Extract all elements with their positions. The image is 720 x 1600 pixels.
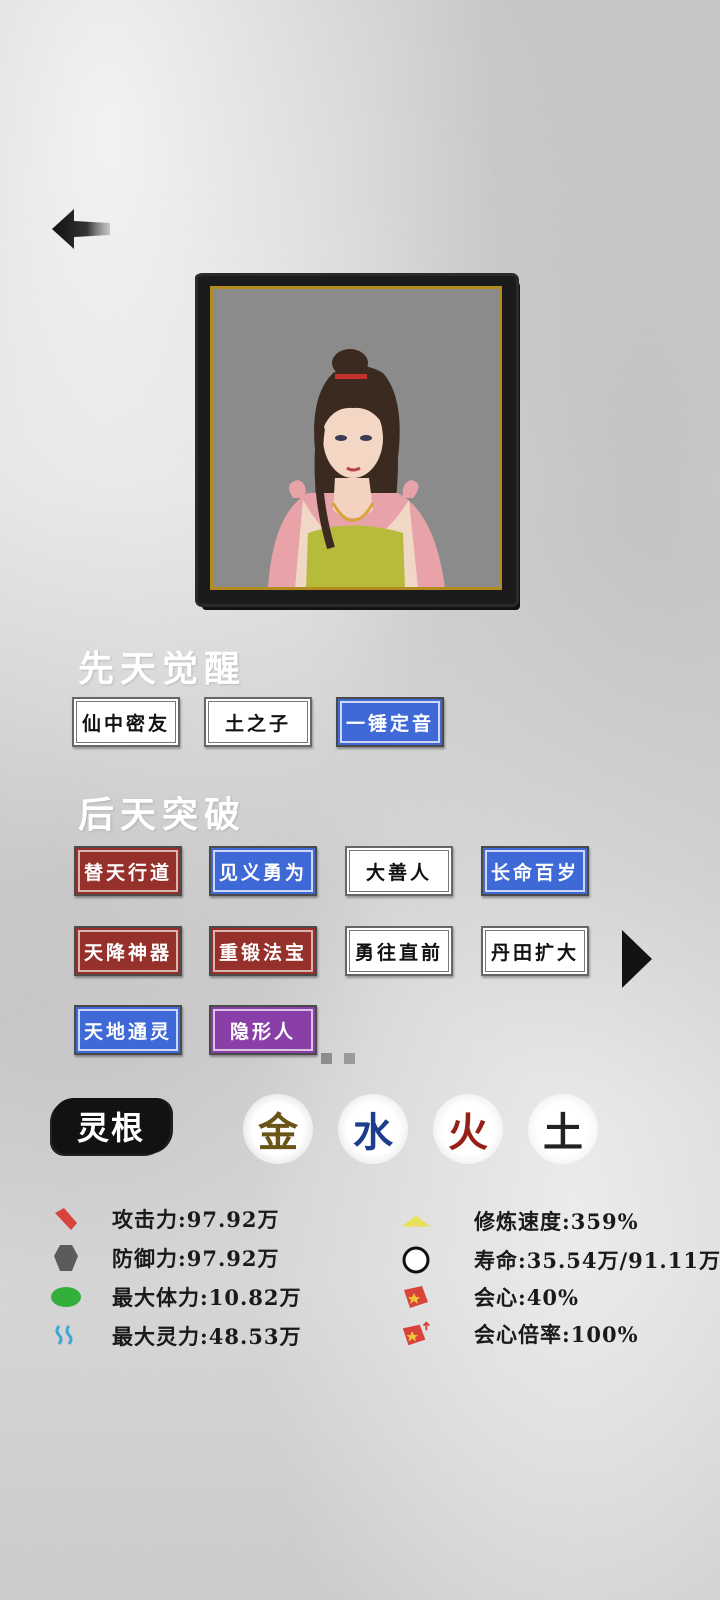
stat-crit-multiplier-label: 会心倍率:100% — [474, 1322, 639, 1347]
element-metal: 金 — [243, 1094, 313, 1164]
stat-attack-label: 攻击力:97.92万 — [112, 1207, 280, 1232]
acquired-tag-9[interactable]: 天地通灵 — [74, 1005, 182, 1055]
health-icon — [50, 1281, 82, 1313]
stat-defense: 防御力:97.92万 — [50, 1242, 280, 1274]
acquired-tag-5[interactable]: 天降神器 — [74, 926, 182, 976]
chevron-right-icon — [622, 930, 652, 988]
defense-icon — [50, 1242, 82, 1274]
attack-icon — [50, 1203, 82, 1235]
character-illustration — [213, 289, 499, 587]
stat-crit-label: 会心:40% — [474, 1285, 579, 1310]
innate-tag-3[interactable]: 一锤定音 — [336, 697, 444, 747]
page-indicator-dot-2 — [344, 1053, 355, 1064]
acquired-tag-1[interactable]: 替天行道 — [74, 846, 182, 896]
stat-crit: 会心:40% — [400, 1281, 579, 1313]
acquired-breakthrough-title: 后天突破 — [78, 794, 247, 836]
page-indicator-dot-1 — [321, 1053, 332, 1064]
stat-lifespan-label: 寿命:35.54万/91.11万 — [474, 1248, 720, 1273]
acquired-tag-4[interactable]: 长命百岁 — [481, 846, 589, 896]
stat-max-mana-label: 最大灵力:48.53万 — [112, 1324, 302, 1349]
acquired-tag-6[interactable]: 重锻法宝 — [209, 926, 317, 976]
element-earth: 土 — [528, 1094, 598, 1164]
acquired-tag-10[interactable]: 隐形人 — [209, 1005, 317, 1055]
back-button[interactable] — [50, 206, 114, 252]
acquired-tag-7[interactable]: 勇往直前 — [345, 926, 453, 976]
innate-awakening-title: 先天觉醒 — [78, 648, 247, 690]
element-fire: 火 — [433, 1094, 503, 1164]
acquired-tag-2[interactable]: 见义勇为 — [209, 846, 317, 896]
stat-cultivation-speed: 修炼速度:359% — [400, 1205, 639, 1237]
stat-cultivation-speed-label: 修炼速度:359% — [474, 1209, 639, 1234]
back-arrow-icon — [52, 209, 110, 249]
mana-icon — [50, 1320, 82, 1352]
portrait-frame — [198, 276, 516, 604]
element-water: 水 — [338, 1094, 408, 1164]
spirit-root-label: 灵根 — [52, 1098, 170, 1154]
stat-lifespan: 寿命:35.54万/91.11万 — [400, 1244, 720, 1276]
stat-max-hp: 最大体力:10.82万 — [50, 1281, 302, 1313]
crit-multiplier-icon — [400, 1318, 432, 1350]
innate-tag-2[interactable]: 土之子 — [204, 697, 312, 747]
stat-defense-label: 防御力:97.92万 — [112, 1246, 280, 1271]
innate-tag-1[interactable]: 仙中密友 — [72, 697, 180, 747]
stat-max-hp-label: 最大体力:10.82万 — [112, 1285, 302, 1310]
stat-crit-multiplier: 会心倍率:100% — [400, 1318, 639, 1350]
cultivation-speed-icon — [400, 1205, 432, 1237]
character-portrait — [210, 286, 502, 590]
acquired-tag-3[interactable]: 大善人 — [345, 846, 453, 896]
stat-max-mana: 最大灵力:48.53万 — [50, 1320, 302, 1352]
stat-attack: 攻击力:97.92万 — [50, 1203, 280, 1235]
next-page-button[interactable] — [620, 928, 654, 990]
acquired-tag-8[interactable]: 丹田扩大 — [481, 926, 589, 976]
crit-icon — [400, 1281, 432, 1313]
lifespan-icon — [400, 1244, 432, 1276]
